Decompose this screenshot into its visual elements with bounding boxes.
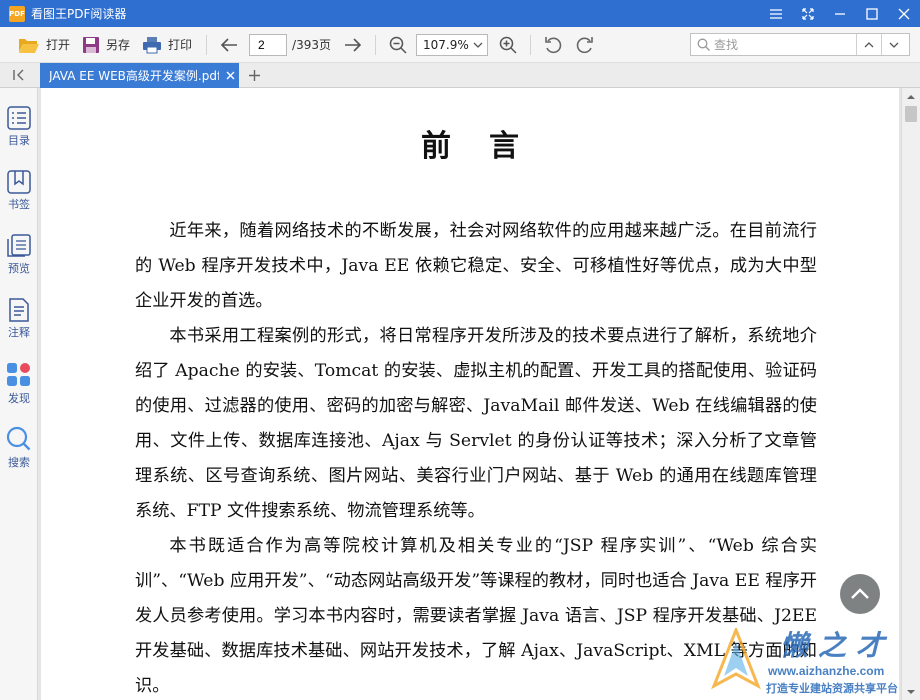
fullscreen-icon <box>802 7 814 20</box>
fullscreen-button[interactable] <box>792 0 824 27</box>
arrow-left-icon <box>220 37 238 52</box>
watermark-brand: 懒之才 <box>780 629 895 662</box>
window-controls <box>760 0 920 27</box>
rotate-right-button[interactable] <box>571 31 599 59</box>
toolbar-divider <box>530 34 531 55</box>
menu-button[interactable] <box>760 0 792 27</box>
bookmark-icon <box>7 170 31 194</box>
search-prev-button[interactable] <box>856 34 881 55</box>
rotate-right-icon <box>576 36 593 53</box>
page-number-input[interactable] <box>249 33 288 56</box>
sidebar-item-bookmarks[interactable]: 书签 <box>0 170 38 228</box>
watermark-logo-icon <box>711 628 761 690</box>
search-next-button[interactable] <box>881 34 906 55</box>
close-icon <box>898 8 910 19</box>
chevron-down-icon <box>473 42 483 48</box>
open-button[interactable]: 打开 <box>12 31 76 59</box>
page-total: /393页 <box>292 38 331 52</box>
app-title: 看图王PDF阅读器 <box>31 7 127 21</box>
sidebar-label: 搜索 <box>8 456 30 469</box>
minimize-button[interactable] <box>824 0 856 27</box>
zoom-out-icon <box>389 36 407 54</box>
hamburger-menu-icon <box>770 8 782 19</box>
left-sidebar: 目录 书签 预览 注释 发现 搜索 <box>0 88 38 700</box>
tab-document[interactable]: JAVA EE WEB高级开发案例.pdf <box>40 63 239 88</box>
rotate-left-button[interactable] <box>539 31 567 59</box>
maximize-icon <box>866 7 878 20</box>
sidebar-label: 发现 <box>8 392 30 405</box>
close-window-button[interactable] <box>888 0 920 27</box>
save-as-label: 另存 <box>106 38 131 52</box>
scroll-up-button[interactable] <box>902 88 920 104</box>
watermark-slogan: 打造专业建站资源共享平台 <box>766 682 898 695</box>
tab-label: JAVA EE WEB高级开发案例.pdf <box>49 69 219 83</box>
watermark-url: www.aizhanzhe.com <box>768 664 885 678</box>
main-toolbar: 打开 另存 打印 /393页 107.9% <box>0 27 920 63</box>
sidebar-label: 目录 <box>8 134 30 147</box>
toolbar-divider <box>375 34 376 55</box>
discover-icon <box>7 363 30 386</box>
tab-close-button[interactable] <box>223 69 237 83</box>
zoom-value: 107.9% <box>423 37 469 52</box>
page-heading: 前言 <box>421 129 557 164</box>
pages-icon <box>7 234 31 257</box>
sidebar-item-toc[interactable]: 目录 <box>0 106 38 164</box>
close-icon <box>226 71 234 80</box>
print-button[interactable]: 打印 <box>136 31 198 59</box>
pdf-page: 前言 近年来，随着网络技术的不断发展，社会对网络软件的应用越来越广泛。在目前流行… <box>41 88 899 700</box>
collapse-sidebar-button[interactable] <box>0 63 38 87</box>
chevron-down-icon <box>889 42 899 48</box>
collapse-left-icon <box>13 69 24 81</box>
sidebar-label: 书签 <box>8 198 30 211</box>
chevron-up-icon <box>851 588 869 599</box>
title-bar: PDF 看图王PDF阅读器 <box>0 0 920 27</box>
rotate-left-icon <box>545 36 562 53</box>
plus-icon <box>248 69 260 81</box>
sidebar-label: 注释 <box>8 326 30 339</box>
save-as-button[interactable]: 另存 <box>76 31 136 59</box>
open-label: 打开 <box>46 38 71 52</box>
arrow-right-icon <box>345 37 362 52</box>
vertical-scrollbar[interactable] <box>901 88 920 700</box>
paragraph: 本书采用工程案例的形式，将日常程序开发所涉及的技术要点进行了解析，系统地介绍了 … <box>135 326 817 521</box>
chevron-up-icon <box>864 41 874 47</box>
new-tab-button[interactable] <box>245 66 263 84</box>
app-logo: PDF <box>9 5 25 22</box>
back-to-top-button[interactable] <box>840 574 880 614</box>
next-page-button[interactable] <box>339 31 367 59</box>
zoom-select[interactable]: 107.9% <box>416 33 488 56</box>
sidebar-item-discover[interactable]: 发现 <box>0 362 38 420</box>
search-icon <box>6 426 31 451</box>
sidebar-item-search[interactable]: 搜索 <box>0 426 38 484</box>
scroll-thumb[interactable] <box>905 106 917 122</box>
folder-open-icon <box>19 38 39 53</box>
chevron-up-icon <box>907 94 915 99</box>
list-icon <box>7 106 31 130</box>
toolbar-divider <box>206 34 208 55</box>
prev-page-button[interactable] <box>215 31 243 59</box>
note-icon <box>9 298 29 322</box>
watermark: 懒之才 www.aizhanzhe.com 打造专业建站资源共享平台 <box>700 626 912 698</box>
search-icon <box>697 38 710 51</box>
paragraph: 近年来，随着网络技术的不断发展，社会对网络软件的应用越来越广泛。在目前流行的 W… <box>135 221 817 311</box>
tab-bar: JAVA EE WEB高级开发案例.pdf <box>0 63 920 88</box>
search-input[interactable] <box>710 34 856 55</box>
sidebar-label: 预览 <box>8 262 30 275</box>
search-box <box>690 33 910 56</box>
sidebar-item-preview[interactable]: 预览 <box>0 234 38 292</box>
minimize-icon <box>835 12 845 15</box>
print-label: 打印 <box>168 38 193 52</box>
zoom-in-button[interactable] <box>494 31 522 59</box>
zoom-in-icon <box>499 36 517 54</box>
zoom-out-button[interactable] <box>384 31 412 59</box>
sidebar-item-annotations[interactable]: 注释 <box>0 298 38 356</box>
printer-icon <box>143 36 162 53</box>
maximize-button[interactable] <box>856 0 888 27</box>
document-viewer[interactable]: 前言 近年来，随着网络技术的不断发展，社会对网络软件的应用越来越广泛。在目前流行… <box>39 88 901 700</box>
save-icon <box>83 36 100 53</box>
